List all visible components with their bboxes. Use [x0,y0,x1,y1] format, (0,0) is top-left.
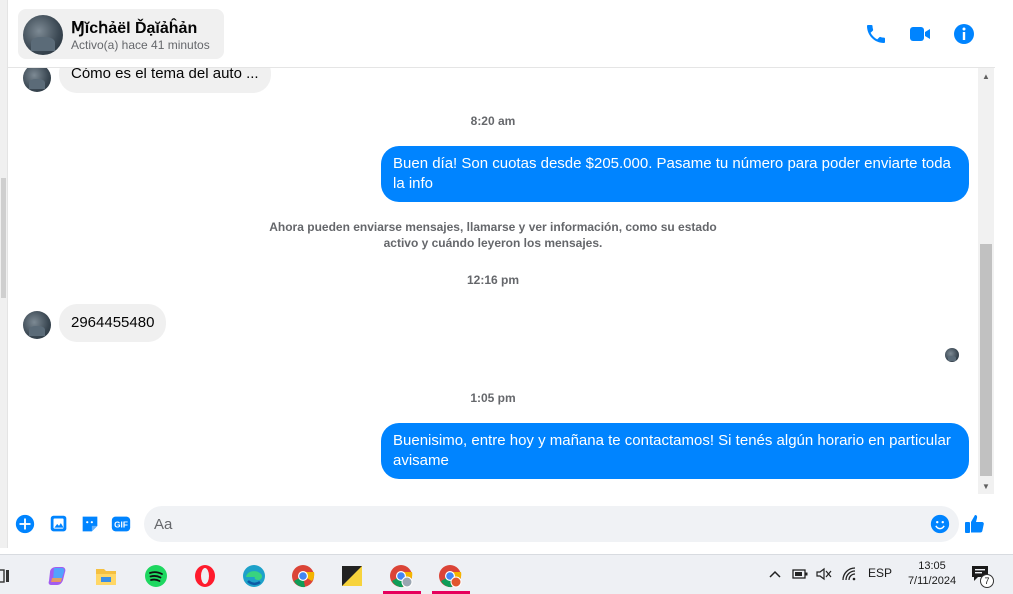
edge-icon[interactable] [236,561,272,591]
opera-icon[interactable] [187,561,223,591]
task-view-icon[interactable] [0,561,14,591]
copilot-icon[interactable] [40,561,76,591]
sender-avatar[interactable] [23,311,51,339]
system-notice-line: Ahora pueden enviarse mensajes, llamarse… [269,220,717,234]
contact-name: Ɱĭcհảël Ďạĭảĥản [71,20,198,37]
left-scroll-thumb[interactable] [1,178,6,298]
message-list[interactable]: Cómo es el tema del auto ... 8:20 am Bue… [8,68,978,496]
timestamp: 8:20 am [470,114,516,128]
chat-scrollbar[interactable]: ▲ ▼ [978,68,994,494]
messenger-window: Ɱĭcհảël Ďạĭảĥản Activo(a) hace 41 minuto… [0,0,1013,548]
notification-badge: 7 [980,574,994,588]
system-notice-line: activo y cuándo leyeron los mensajes. [383,236,603,250]
sticker-icon[interactable] [79,513,101,535]
emoji-icon[interactable] [929,513,951,535]
incoming-message[interactable]: 2964455480 [59,304,167,342]
windows-taskbar: ESP 13:05 7/11/2024 7 [0,554,1013,594]
scroll-thumb[interactable] [980,244,992,476]
system-clock[interactable]: 13:05 7/11/2024 [892,559,972,589]
clock-time: 13:05 [918,560,946,572]
gif-icon[interactable]: GIF [110,513,132,535]
plus-icon[interactable] [14,513,36,535]
contact-info[interactable]: Ɱĭcհảël Ďạĭảĥản Activo(a) hace 41 minuto… [18,9,224,59]
contact-status: Activo(a) hace 41 minutos [71,38,210,52]
system-notice: Ahora pueden enviarse mensajes, llamarse… [268,219,718,251]
left-scrollbar[interactable] [0,0,8,548]
spotify-icon[interactable] [138,561,174,591]
chevron-up-icon[interactable] [768,568,782,580]
volume-muted-icon[interactable] [815,567,833,581]
outgoing-message[interactable]: Buenisimo, entre hoy y mañana te contact… [381,423,969,479]
sender-avatar[interactable] [23,68,51,92]
chrome-profile-2-icon[interactable] [432,561,470,594]
language-indicator[interactable]: ESP [868,566,892,580]
composer: GIF [8,500,995,548]
notification-center[interactable]: 7 [970,563,994,588]
info-icon[interactable] [952,22,976,46]
phone-icon[interactable] [864,22,888,46]
outgoing-message[interactable]: Buen día! Son cuotas desde $205.000. Pas… [381,146,969,202]
file-explorer-icon[interactable] [88,561,124,591]
message-input[interactable] [154,506,914,542]
battery-icon[interactable] [791,567,809,581]
incoming-message[interactable]: Cómo es el tema del auto ... [59,68,271,93]
image-icon[interactable] [48,513,70,535]
contact-avatar[interactable] [23,15,63,55]
scroll-up-arrow-icon[interactable]: ▲ [978,70,994,84]
chrome-profile-1-icon[interactable] [383,561,421,594]
chrome-icon[interactable] [285,561,321,591]
wifi-icon[interactable] [842,567,858,581]
message-input-wrapper[interactable] [144,506,959,542]
scroll-down-arrow-icon[interactable]: ▼ [978,480,994,494]
chat-header: Ɱĭcհảël Ďạĭảĥản Activo(a) hace 41 minuto… [8,0,995,68]
video-icon[interactable] [908,22,932,46]
timestamp: 12:16 pm [466,273,520,287]
like-icon[interactable] [963,512,987,536]
svg-text:GIF: GIF [114,521,128,530]
seen-indicator-avatar [945,348,959,362]
timestamp: 1:05 pm [470,391,516,405]
clock-date: 7/11/2024 [907,575,957,587]
sticky-notes-icon[interactable] [334,561,370,591]
